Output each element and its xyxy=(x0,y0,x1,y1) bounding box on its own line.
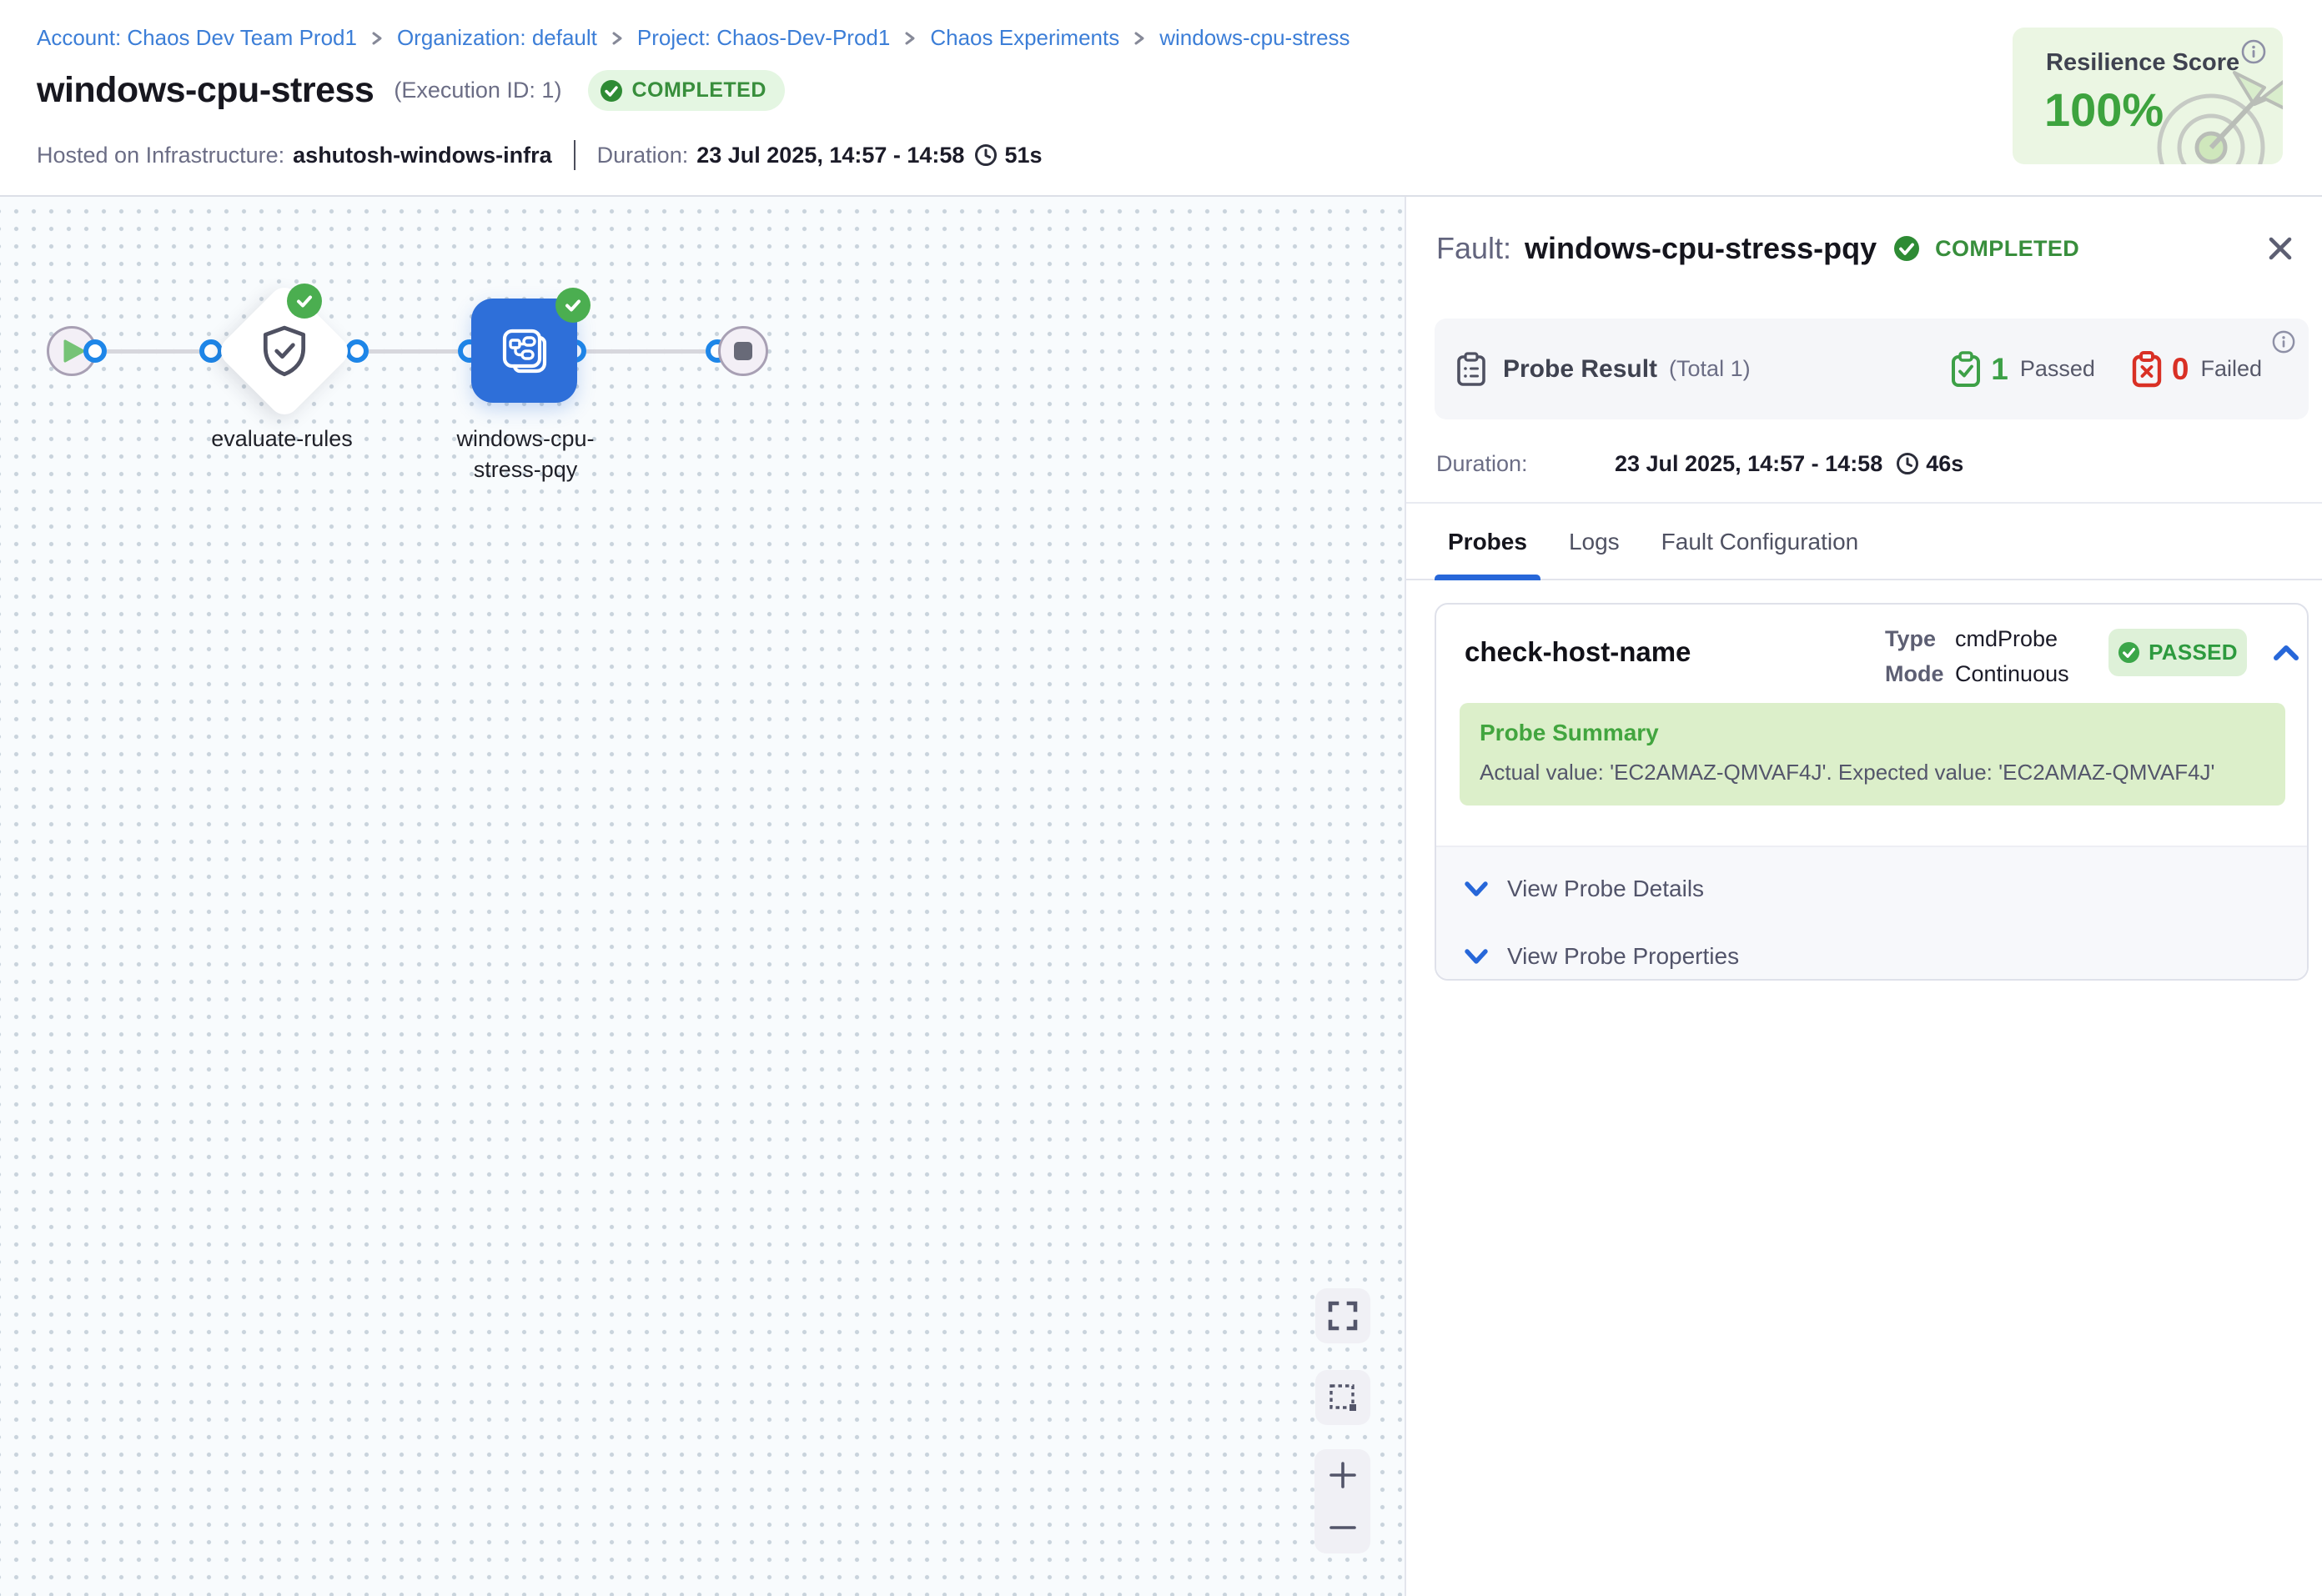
duration-value: 23 Jul 2025, 14:57 - 14:58 xyxy=(696,143,964,168)
probe-summary-box: Probe Summary Actual value: 'EC2AMAZ-QMV… xyxy=(1460,703,2285,806)
tab-logs[interactable]: Logs xyxy=(1556,504,1633,580)
target-illustration xyxy=(2121,49,2283,164)
breadcrumb-current[interactable]: windows-cpu-stress xyxy=(1159,25,1349,51)
probe-mode-value: Continuous xyxy=(1955,661,2069,687)
edge-connector xyxy=(107,349,199,354)
minus-icon xyxy=(1328,1513,1358,1543)
failed-label: Failed xyxy=(2200,356,2262,382)
end-node[interactable] xyxy=(718,326,768,376)
breadcrumb: Account: Chaos Dev Team Prod1 Organizati… xyxy=(37,25,1350,51)
view-probe-details-label: View Probe Details xyxy=(1507,876,1704,902)
chevron-down-icon xyxy=(1464,947,1489,966)
chaos-fault-icon xyxy=(498,324,551,378)
zoom-in-button[interactable] xyxy=(1314,1449,1370,1502)
breadcrumb-chaos-experiments[interactable]: Chaos Experiments xyxy=(930,25,1119,51)
fullscreen-icon xyxy=(1327,1300,1359,1332)
page-title: windows-cpu-stress xyxy=(37,70,374,111)
marquee-select-icon xyxy=(1327,1382,1359,1413)
duration-elapsed: 51s xyxy=(1004,143,1042,168)
passed-count: 1 xyxy=(1991,352,2008,387)
duration-label: Duration: xyxy=(597,143,689,168)
chevron-right-icon xyxy=(611,28,624,48)
probe-status-label: PASSED xyxy=(2149,640,2238,665)
tab-fault-configuration[interactable]: Fault Configuration xyxy=(1648,504,1872,580)
fullscreen-button[interactable] xyxy=(1315,1288,1370,1343)
view-probe-properties-toggle[interactable]: View Probe Properties xyxy=(1436,926,2307,981)
clipboard-icon xyxy=(1456,352,1486,387)
edge-connector xyxy=(369,349,458,354)
step-node-evaluate-rules[interactable] xyxy=(215,282,354,421)
probe-status-badge: PASSED xyxy=(2108,629,2247,676)
zoom-controls xyxy=(1314,1449,1370,1553)
chevron-right-icon xyxy=(903,28,917,48)
probe-type-label: Type xyxy=(1885,626,1955,652)
chevron-right-icon xyxy=(370,28,384,48)
hosted-value: ashutosh-windows-infra xyxy=(293,143,552,168)
probe-result-total: (Total 1) xyxy=(1669,356,1751,382)
plus-icon xyxy=(1328,1460,1358,1490)
check-circle-icon xyxy=(1893,235,1920,262)
status-badge: COMPLETED xyxy=(588,70,784,111)
probe-type-value: cmdProbe xyxy=(1955,626,2058,652)
breadcrumb-organization[interactable]: Organization: default xyxy=(397,25,597,51)
probe-summary-text: Actual value: 'EC2AMAZ-QMVAF4J'. Expecte… xyxy=(1480,760,2215,785)
panel-duration-value: 23 Jul 2025, 14:57 - 14:58 xyxy=(1615,451,1882,477)
pipeline-canvas[interactable]: evaluate-rules windows-cpu-stress-pqy xyxy=(0,197,1405,1596)
probe-card: check-host-name Type cmdProbe Mode Conti… xyxy=(1435,603,2309,981)
page-header: Account: Chaos Dev Team Prod1 Organizati… xyxy=(0,0,2322,197)
probe-result-summary: Probe Result (Total 1) 1 Passed 0 Failed xyxy=(1435,319,2309,419)
close-icon[interactable] xyxy=(2265,233,2295,263)
fault-status-badge: COMPLETED xyxy=(1935,236,2079,262)
breadcrumb-account[interactable]: Account: Chaos Dev Team Prod1 xyxy=(37,25,357,51)
panel-duration-label: Duration: xyxy=(1436,451,1615,477)
panel-duration-elapsed: 46s xyxy=(1926,451,1963,477)
check-circle-icon xyxy=(2118,641,2140,664)
clock-icon xyxy=(1896,452,1919,475)
play-icon xyxy=(63,339,85,364)
probe-mode-label: Mode xyxy=(1885,661,1955,687)
panel-tabs: Probes Logs Fault Configuration xyxy=(1435,504,2322,580)
step-label-evaluate-rules: evaluate-rules xyxy=(157,424,407,454)
view-probe-details-toggle[interactable]: View Probe Details xyxy=(1436,859,2307,919)
failed-count: 0 xyxy=(2172,352,2189,387)
fault-name: windows-cpu-stress-pqy xyxy=(1525,231,1877,266)
zoom-out-button[interactable] xyxy=(1314,1502,1370,1554)
breadcrumb-project[interactable]: Project: Chaos-Dev-Prod1 xyxy=(637,25,890,51)
check-badge-icon xyxy=(555,288,591,323)
port[interactable] xyxy=(83,339,107,363)
edge-connector xyxy=(586,349,706,354)
step-label-windows-cpu-stress: windows-cpu-stress-pqy xyxy=(442,424,609,485)
probe-card-footer: View Probe Details View Probe Properties xyxy=(1436,846,2307,979)
resilience-score-card: Resilience Score 100% xyxy=(2013,28,2283,164)
selection-button[interactable] xyxy=(1315,1370,1370,1425)
stop-icon xyxy=(734,342,752,360)
fault-label: Fault: xyxy=(1436,231,1511,266)
check-circle-icon xyxy=(600,79,623,103)
execution-id: (Execution ID: 1) xyxy=(394,78,561,103)
chevron-right-icon xyxy=(1133,28,1146,48)
status-badge-label: COMPLETED xyxy=(631,78,766,103)
chevron-down-icon xyxy=(1464,880,1489,898)
tab-probes[interactable]: Probes xyxy=(1435,504,1540,580)
passed-label: Passed xyxy=(2020,356,2095,382)
clipboard-x-icon xyxy=(2132,351,2162,388)
shield-check-icon xyxy=(257,324,312,379)
port[interactable] xyxy=(199,339,223,363)
view-probe-properties-label: View Probe Properties xyxy=(1507,943,1739,970)
probe-summary-title: Probe Summary xyxy=(1480,720,1659,746)
fault-details-panel: Fault: windows-cpu-stress-pqy COMPLETED … xyxy=(1405,197,2322,1596)
collapse-chevron-up-icon[interactable] xyxy=(2270,638,2302,668)
info-icon[interactable] xyxy=(2272,330,2295,354)
clock-icon xyxy=(974,143,998,167)
clipboard-check-icon xyxy=(1951,351,1981,388)
probe-result-title: Probe Result xyxy=(1503,355,1657,384)
probe-name: check-host-name xyxy=(1465,636,1691,668)
hosted-label: Hosted on Infrastructure: xyxy=(37,143,284,168)
check-badge-icon xyxy=(287,284,322,319)
divider xyxy=(574,140,575,170)
port[interactable] xyxy=(345,339,369,363)
